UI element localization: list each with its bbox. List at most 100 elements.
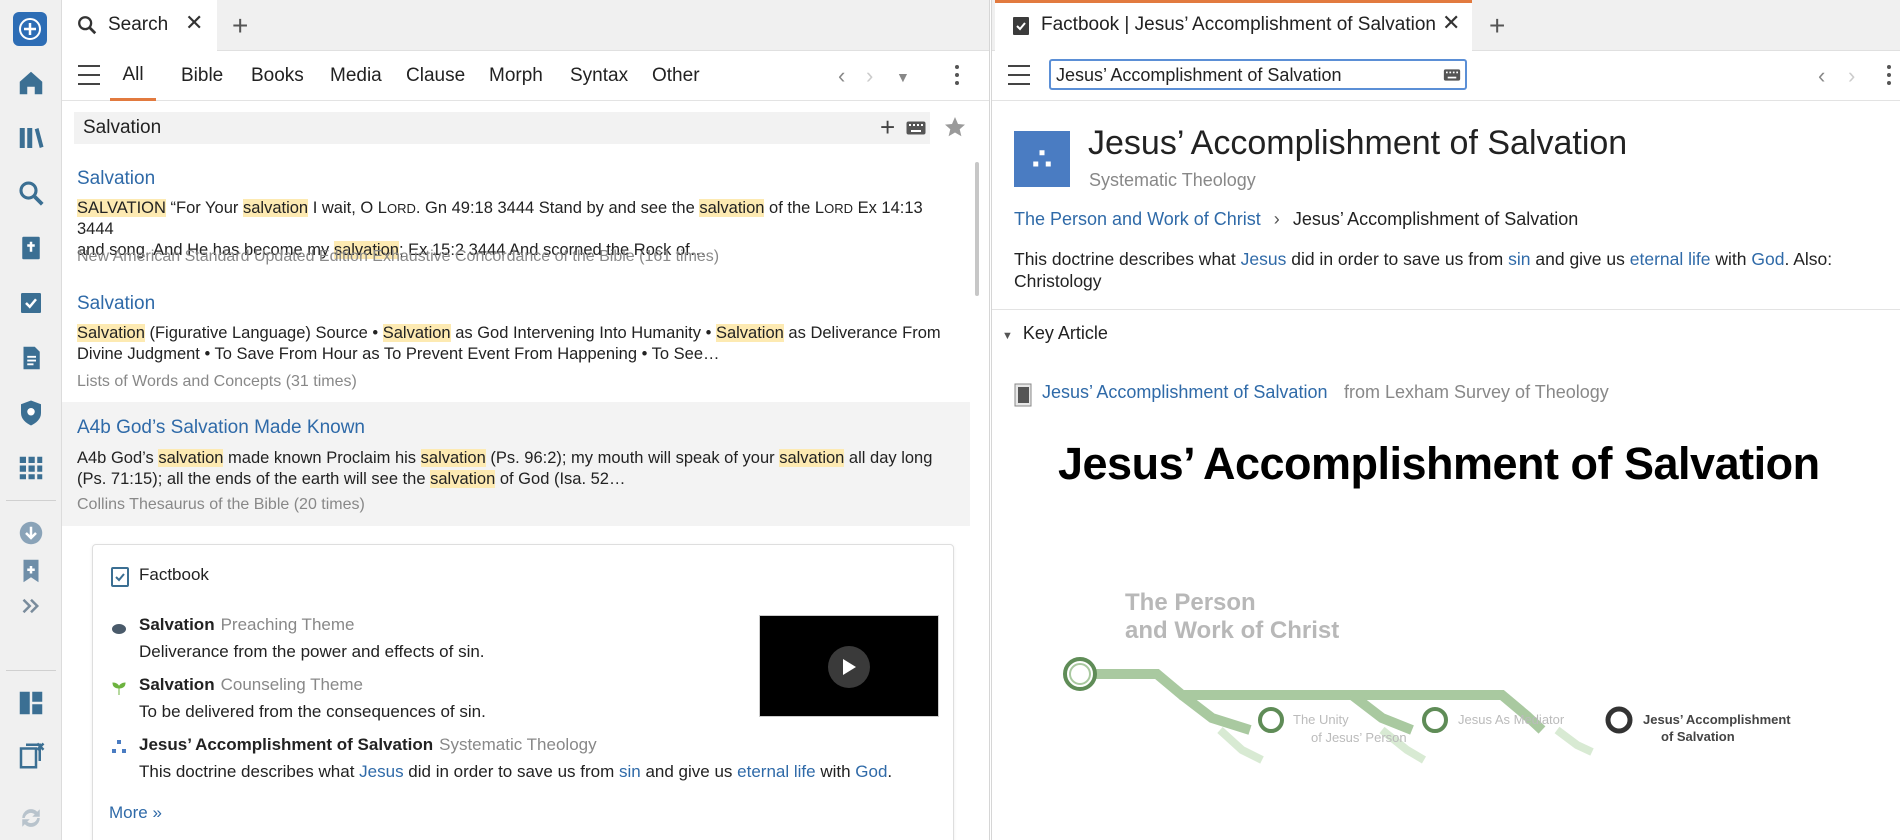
- home-icon[interactable]: [13, 65, 49, 101]
- search-result-selected[interactable]: A4b God’s Salvation Made Known A4b God’s…: [62, 402, 970, 526]
- add-tab-icon[interactable]: +: [232, 10, 248, 42]
- factbook-address-input[interactable]: Jesus’ Accomplishment of Salvation: [1049, 59, 1467, 90]
- key-article-link[interactable]: Jesus’ Accomplishment of Salvation: [1042, 382, 1327, 403]
- snippet-highlight: Salvation: [77, 324, 145, 342]
- search-result[interactable]: Salvation Salvation (Figurative Language…: [62, 285, 970, 403]
- speech-bubble-icon: [112, 624, 126, 634]
- search-icon[interactable]: [13, 175, 49, 211]
- result-title[interactable]: Salvation: [77, 293, 155, 315]
- link-sin[interactable]: sin: [619, 762, 641, 781]
- tab-filter-bible[interactable]: Bible: [181, 51, 223, 101]
- results-scrollbar[interactable]: [975, 162, 979, 296]
- add-tab-icon[interactable]: +: [1489, 10, 1505, 42]
- fb-item-title[interactable]: Salvation Preaching Theme: [139, 615, 354, 635]
- map-stop-unity[interactable]: [1258, 707, 1284, 733]
- snippet-highlight: SALVATION: [77, 199, 166, 217]
- page-subtitle: Systematic Theology: [1089, 170, 1256, 190]
- chevron-left-icon[interactable]: ‹: [1818, 63, 1825, 89]
- keyboard-icon[interactable]: [1443, 69, 1461, 81]
- link-sin[interactable]: sin: [1508, 249, 1530, 269]
- tab-filter-morph[interactable]: Morph: [489, 51, 543, 101]
- chevron-right-icon[interactable]: ›: [866, 63, 873, 89]
- tab-filter-other[interactable]: Other: [652, 51, 700, 101]
- expand-rail-icon[interactable]: [13, 588, 49, 624]
- tab-filter-all[interactable]: All: [110, 51, 156, 101]
- map-label-unity-1: The Unity: [1293, 712, 1349, 727]
- more-options-icon[interactable]: [955, 65, 959, 89]
- snippet-text: (Ps. 71:15); all the ends of the earth w…: [77, 470, 431, 488]
- snippet-text: “For Your: [165, 199, 243, 217]
- factbook-panel: Factbook | Jesus’ Accomplishment of Salv…: [991, 0, 1900, 840]
- result-snippet: A4b God’s salvation made known Proclaim …: [77, 448, 957, 490]
- tab-filter-books[interactable]: Books: [251, 51, 304, 101]
- chevron-down-icon[interactable]: ▼: [896, 69, 910, 85]
- search-result[interactable]: Salvation SALVATION “For Your salvation …: [62, 160, 970, 278]
- layouts-icon[interactable]: [13, 685, 49, 721]
- more-link[interactable]: More »: [109, 803, 162, 823]
- menu-icon[interactable]: [78, 65, 100, 85]
- result-title[interactable]: A4b God’s Salvation Made Known: [77, 417, 365, 439]
- fb-item-desc: To be delivered from the consequences of…: [139, 702, 486, 721]
- clipboard-close-icon[interactable]: [13, 738, 49, 774]
- bookmark-add-icon[interactable]: [13, 553, 49, 589]
- rail-divider: [6, 500, 56, 501]
- snippet-highlight: salvation: [420, 449, 486, 467]
- desc-text: This doctrine describes what: [1014, 249, 1241, 269]
- menu-icon[interactable]: [1008, 65, 1030, 85]
- download-icon[interactable]: [13, 515, 49, 551]
- factbook-icon[interactable]: [13, 285, 49, 321]
- tab-search[interactable]: Search ✕: [62, 0, 217, 51]
- result-title[interactable]: Salvation: [77, 168, 155, 190]
- link-eternal-life[interactable]: eternal life: [1630, 249, 1711, 269]
- star-icon[interactable]: [943, 115, 967, 139]
- map-stop-mediator[interactable]: [1422, 707, 1448, 733]
- logos-logo-icon[interactable]: [13, 12, 47, 46]
- map-heading-2: and Work of Christ: [1125, 617, 1339, 644]
- result-source[interactable]: Lists of Words and Concepts (31 times): [77, 373, 357, 391]
- close-icon[interactable]: ✕: [1442, 10, 1460, 36]
- result-source[interactable]: New American Standard Updated Edition Ex…: [77, 248, 719, 266]
- snippet-text: (Figurative Language) Source •: [144, 324, 383, 342]
- link-eternal-life[interactable]: eternal life: [737, 762, 815, 781]
- close-icon[interactable]: ✕: [185, 10, 203, 36]
- tab-filter-media[interactable]: Media: [330, 51, 382, 101]
- chevron-left-icon[interactable]: ‹: [838, 63, 845, 89]
- guides-icon[interactable]: [13, 395, 49, 431]
- desc-also-christology[interactable]: Christology: [1014, 271, 1102, 291]
- snippet-text: Divine Judgment • To Save From Hour as T…: [77, 345, 720, 363]
- search-input[interactable]: Salvation +: [74, 112, 930, 144]
- book-icon: [1014, 383, 1032, 407]
- link-god[interactable]: God: [855, 762, 887, 781]
- link-jesus[interactable]: Jesus: [1241, 249, 1287, 269]
- link-jesus[interactable]: Jesus: [359, 762, 403, 781]
- breadcrumb-parent[interactable]: The Person and Work of Christ: [1014, 209, 1261, 229]
- result-source[interactable]: Collins Thesaurus of the Bible (20 times…: [77, 496, 365, 514]
- snippet-highlight: Salvation: [715, 324, 784, 342]
- tab-filter-clause[interactable]: Clause: [406, 51, 465, 101]
- triangle-down-icon[interactable]: ▼: [1002, 330, 1013, 342]
- play-icon[interactable]: [828, 646, 870, 688]
- document-icon[interactable]: [13, 340, 49, 376]
- keyboard-icon[interactable]: [906, 121, 926, 135]
- factbook-card: Factbook Salvation Preaching Theme Delive…: [92, 544, 954, 840]
- tools-grid-icon[interactable]: [13, 450, 49, 486]
- add-term-icon[interactable]: +: [880, 112, 895, 143]
- tab-factbook[interactable]: Factbook | Jesus’ Accomplishment of Salv…: [995, 0, 1472, 51]
- concept-route-map: The Person and Work of Christ The Unity …: [1063, 589, 1791, 764]
- tab-filter-syntax[interactable]: Syntax: [570, 51, 628, 101]
- sync-icon[interactable]: [13, 800, 49, 836]
- chevron-right-icon[interactable]: ›: [1848, 63, 1855, 89]
- breadcrumb-current: Jesus’ Accomplishment of Salvation: [1292, 209, 1579, 229]
- fb-item-title[interactable]: Salvation Counseling Theme: [139, 675, 363, 695]
- section-key-article[interactable]: ▼ Key Article: [1002, 323, 1108, 344]
- video-thumbnail[interactable]: [759, 615, 939, 717]
- link-god[interactable]: God: [1751, 249, 1784, 269]
- search-toolbar: All Bible Books Media Clause Morph Synta…: [62, 51, 989, 101]
- snippet-highlight: salvation: [242, 199, 309, 217]
- more-options-icon[interactable]: [1887, 65, 1891, 89]
- library-icon[interactable]: [13, 120, 49, 156]
- map-stop-accomplishment[interactable]: [1605, 706, 1633, 734]
- fb-item-title[interactable]: Jesus’ Accomplishment of Salvation System…: [139, 735, 597, 755]
- bible-icon[interactable]: [13, 230, 49, 266]
- desc-text: with: [815, 762, 856, 781]
